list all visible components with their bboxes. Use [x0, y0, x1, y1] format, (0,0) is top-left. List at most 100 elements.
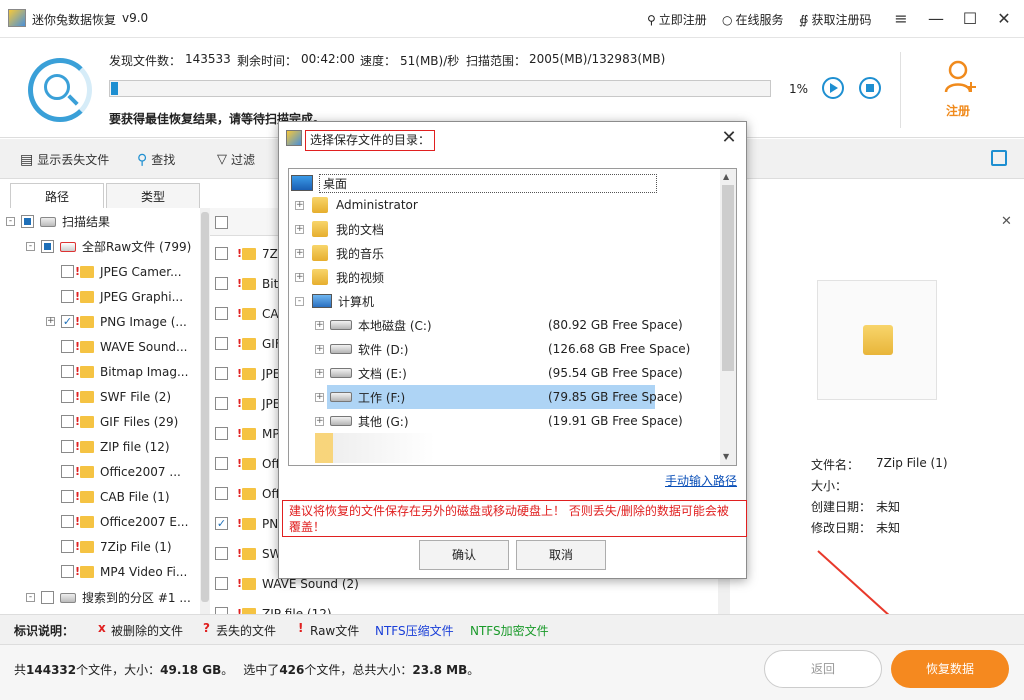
close-button[interactable]: ✕ — [993, 8, 1015, 30]
tree-item[interactable]: Office2007 E... — [46, 509, 188, 534]
recover-button[interactable]: 恢复数据 — [891, 650, 1009, 688]
expand-icon[interactable]: + — [315, 368, 324, 378]
tree-checkbox[interactable] — [61, 365, 74, 378]
expand-icon[interactable]: - — [26, 593, 35, 602]
file-row[interactable]: Offi — [215, 451, 283, 476]
expand-icon[interactable]: + — [295, 224, 304, 234]
tree-checkbox[interactable] — [41, 240, 54, 253]
expand-icon[interactable]: + — [315, 416, 324, 426]
file-row[interactable]: MP4 — [215, 421, 287, 446]
folder-node[interactable]: - 计算机 — [295, 289, 374, 313]
file-checkbox[interactable] — [215, 337, 228, 350]
export-icon[interactable] — [991, 150, 1007, 166]
file-checkbox[interactable] — [215, 547, 228, 560]
tree-root[interactable]: - 扫描结果 — [6, 209, 110, 234]
expand-icon[interactable]: + — [315, 320, 324, 330]
file-row[interactable]: JPE — [215, 391, 280, 416]
folder-tree-scrollbar[interactable]: ▲ ▼ — [720, 169, 736, 465]
stop-button[interactable] — [859, 77, 881, 99]
tree-item[interactable]: GIF Files (29) — [46, 409, 178, 434]
tree-scroll-thumb[interactable] — [201, 212, 209, 602]
tree-checkbox[interactable] — [61, 340, 74, 353]
folder-node[interactable]: + 我的音乐 — [295, 241, 384, 265]
tree-checkbox[interactable] — [61, 265, 74, 278]
tree-item[interactable]: JPEG Camer... — [46, 259, 182, 284]
tab-path[interactable]: 路径 — [10, 183, 104, 210]
scroll-thumb[interactable] — [722, 185, 734, 371]
dialog-ok-button[interactable]: 确认 — [419, 540, 509, 570]
tree-item[interactable]: Bitmap Imag... — [46, 359, 188, 384]
drive-node[interactable]: + 软件 (D:) (126.68 GB Free Space) — [315, 337, 715, 361]
drive-node[interactable]: + 其他 (G:) (19.91 GB Free Space) — [315, 409, 715, 433]
dialog-cancel-button[interactable]: 取消 — [516, 540, 606, 570]
file-row[interactable]: CAB — [215, 301, 287, 326]
folder-desktop[interactable]: 桌面 — [291, 171, 657, 195]
file-checkbox[interactable] — [215, 577, 228, 590]
file-checkbox[interactable] — [215, 607, 228, 614]
collapse-icon[interactable]: - — [6, 217, 15, 226]
scroll-down-icon[interactable]: ▼ — [723, 452, 729, 461]
file-checkbox[interactable] — [215, 367, 228, 380]
close-preview-icon[interactable]: ✕ — [1001, 214, 1012, 229]
tree-partition[interactable]: - 搜索到的分区 #1 ... — [26, 585, 191, 610]
manual-path-link[interactable]: 手动输入路径 — [665, 472, 737, 489]
register-now-link[interactable]: ⚲ 立即注册 — [647, 11, 707, 28]
scroll-up-icon[interactable]: ▲ — [723, 172, 729, 181]
tree-checkbox[interactable] — [61, 290, 74, 303]
file-row[interactable]: ZIP file (12) — [215, 601, 332, 614]
file-row[interactable]: ✓PNG — [215, 511, 288, 536]
tree-item[interactable]: Office2007 ... — [46, 459, 181, 484]
file-row[interactable]: GIF — [215, 331, 282, 356]
expand-icon[interactable]: + — [295, 272, 304, 282]
tree-item[interactable]: JPEG Graphi... — [46, 284, 183, 309]
tree-all-raw[interactable]: - 全部Raw文件 (799) — [26, 234, 191, 259]
drive-node[interactable]: + 文档 (E:) (95.54 GB Free Space) — [315, 361, 715, 385]
back-button[interactable]: 返回 — [764, 650, 882, 688]
tree-item[interactable]: + ✓ PNG Image (... — [46, 309, 187, 334]
tab-type[interactable]: 类型 — [106, 183, 200, 209]
find-button[interactable]: ⚲ 查找 — [137, 151, 175, 168]
folder-node[interactable]: + 我的文档 — [295, 217, 384, 241]
file-row[interactable]: JPE — [215, 361, 280, 386]
file-checkbox[interactable] — [215, 427, 228, 440]
tree-item[interactable]: SWF File (2) — [46, 384, 171, 409]
folder-node[interactable]: + Administrator — [295, 193, 418, 217]
online-service-link[interactable]: ○ 在线服务 — [722, 11, 784, 28]
tree-checkbox[interactable] — [61, 415, 74, 428]
collapse-icon[interactable]: - — [295, 296, 304, 306]
tree-checkbox[interactable] — [41, 591, 54, 604]
drive-node[interactable]: + 本地磁盘 (C:) (80.92 GB Free Space) — [315, 313, 715, 337]
show-lost-files-button[interactable]: ▤ 显示丢失文件 — [20, 151, 109, 168]
file-checkbox[interactable] — [215, 487, 228, 500]
tree-checkbox[interactable] — [61, 565, 74, 578]
dialog-close-button[interactable]: ✕ — [719, 128, 739, 148]
tree-item[interactable]: ZIP file (12) — [46, 434, 170, 459]
tree-checkbox[interactable] — [61, 465, 74, 478]
tree-item[interactable]: 7Zip File (1) — [46, 534, 172, 559]
menu-button[interactable]: ≡ — [890, 8, 912, 30]
expand-icon[interactable]: + — [46, 317, 55, 326]
file-checkbox[interactable]: ✓ — [215, 517, 228, 530]
expand-icon[interactable]: + — [295, 248, 304, 258]
tree-checkbox[interactable] — [61, 390, 74, 403]
tree-checkbox[interactable] — [61, 440, 74, 453]
tree-checkbox[interactable] — [61, 515, 74, 528]
tree-item[interactable]: MP4 Video Fi... — [46, 559, 187, 584]
select-all-checkbox[interactable] — [215, 216, 228, 229]
tree-checkbox[interactable]: ✓ — [61, 315, 74, 328]
folder-node[interactable]: + 我的视频 — [295, 265, 384, 289]
file-checkbox[interactable] — [215, 457, 228, 470]
tree-item[interactable]: WAVE Sound... — [46, 334, 188, 359]
get-code-link[interactable]: ∯ 获取注册码 — [799, 11, 871, 28]
expand-icon[interactable]: + — [295, 200, 304, 210]
register-button[interactable]: 注册 — [918, 56, 998, 128]
expand-icon[interactable]: + — [315, 344, 324, 354]
tree-checkbox[interactable] — [61, 540, 74, 553]
file-checkbox[interactable] — [215, 307, 228, 320]
tree-checkbox[interactable] — [21, 215, 34, 228]
file-row[interactable]: Offi — [215, 481, 283, 506]
expand-icon[interactable]: + — [315, 392, 324, 402]
resume-button[interactable] — [822, 77, 844, 99]
drive-node[interactable]: + 工作 (F:) (79.85 GB Free Space) — [315, 385, 715, 409]
tree-item[interactable]: CAB File (1) — [46, 484, 170, 509]
